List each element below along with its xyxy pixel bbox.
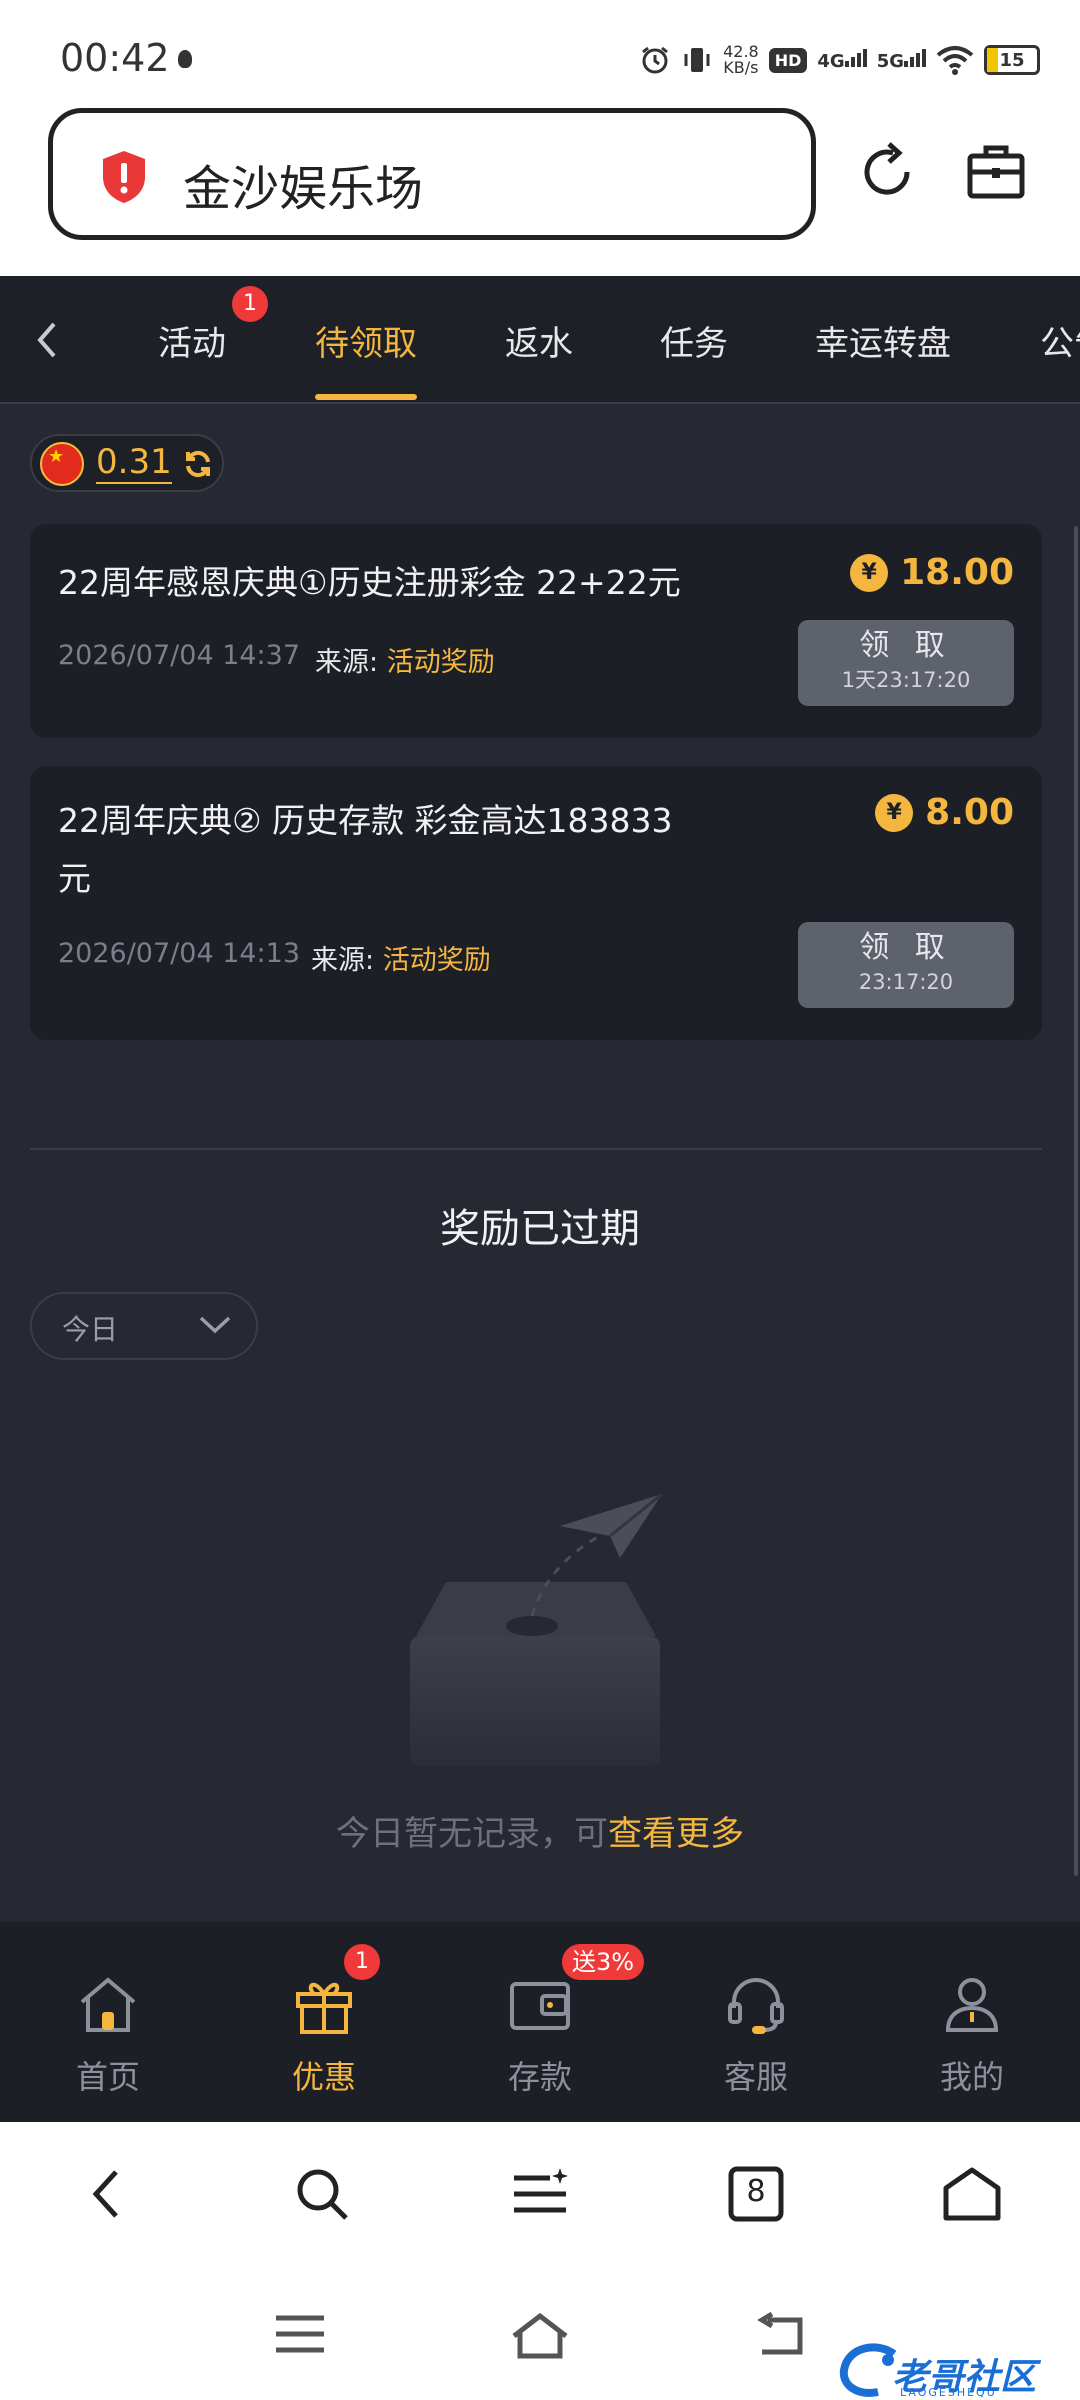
reward-amount: ¥ 8.00 [875, 792, 1014, 833]
reward-card: 22周年庆典② 历史存款 彩金高达183833 元 ¥ 8.00 2026/07… [30, 766, 1042, 1040]
status-time: 00:42 [60, 36, 170, 80]
nav-profile[interactable]: 我的 [864, 1922, 1080, 2122]
bottom-nav: 首页 1 优惠 送3% 存款 客服 我的 [0, 1922, 1080, 2122]
app-content: 活动 1 待领取 返水 任务 幸运转盘 公告 0.31 22周年感恩庆典①历史注… [0, 276, 1080, 2122]
reward-card: 22周年感恩庆典①历史注册彩金 22+22元 ¥ 18.00 2026/07/0… [30, 524, 1042, 738]
browser-home-icon[interactable] [942, 2166, 1002, 2226]
date-filter-value: 今日 [62, 1313, 119, 1346]
address-bar[interactable]: 金沙娱乐场 [48, 108, 816, 240]
reward-source: 来源: 活动奖励 [311, 945, 491, 976]
section-divider [30, 1148, 1042, 1150]
system-home-icon[interactable] [510, 2312, 570, 2364]
url-title[interactable]: 金沙娱乐场 [183, 149, 423, 219]
tab-notice[interactable]: 公告 [1040, 316, 1080, 365]
home-icon [80, 1977, 136, 2032]
wallet-icon [510, 1982, 570, 2030]
nav-deposit[interactable]: 送3% 存款 [432, 1922, 648, 2122]
watermark-logo: 老哥社区 LAOGESHEQU [838, 2340, 1068, 2400]
date-filter-select[interactable]: 今日 [30, 1292, 258, 1360]
claim-button[interactable]: 领 取 1天23:17:20 [798, 620, 1014, 706]
refresh-balance-icon[interactable] [182, 448, 214, 484]
net-speed: 42.8 KB/s [723, 42, 759, 77]
menu-icon[interactable] [510, 2166, 570, 2226]
reward-title: 22周年庆典② 历史存款 彩金高达183833 元 [58, 801, 673, 898]
status-bar: 00:42 42.8 KB/s HD 4G 5G 15 [0, 0, 1080, 105]
tab-pending[interactable]: 待领取 [315, 316, 417, 365]
tabs-count: 8 [746, 2174, 766, 2209]
reload-icon[interactable] [855, 140, 919, 208]
claim-countdown: 23:17:20 [858, 970, 954, 994]
claim-button[interactable]: 领 取 23:17:20 [798, 922, 1014, 1008]
reward-date: 2026/07/04 14:13 [58, 938, 301, 969]
tabs-count-button[interactable]: 8 [728, 2166, 784, 2226]
gift-icon [296, 1982, 352, 2034]
vibrate-icon [681, 44, 713, 76]
balance-value: 0.31 [96, 442, 172, 484]
category-tabs: 活动 1 待领取 返水 任务 幸运转盘 公告 [0, 276, 1080, 404]
reward-source: 来源: 活动奖励 [315, 647, 495, 678]
active-tab-indicator [315, 394, 417, 400]
scrollbar[interactable] [1074, 526, 1078, 1876]
system-back-icon[interactable] [752, 2311, 808, 2364]
browser-toolbar: 8 [0, 2122, 1080, 2272]
empty-box-icon [400, 1486, 670, 1780]
yen-coin-icon: ¥ [850, 553, 889, 592]
balance-pill[interactable]: 0.31 [30, 434, 224, 492]
reward-title: 22周年感恩庆典①历史注册彩金 22+22元 [58, 563, 681, 602]
alarm-icon [639, 44, 671, 76]
promotions-badge: 1 [344, 1944, 380, 1980]
search-icon[interactable] [294, 2166, 350, 2226]
tab-activity[interactable]: 活动 [158, 316, 226, 365]
back-arrow-icon[interactable] [30, 320, 66, 364]
empty-state-text: 今日暂无记录，可查看更多 [336, 1814, 744, 1854]
hd-icon: HD [768, 47, 808, 73]
headset-icon [728, 1978, 784, 2034]
yen-coin-icon: ¥ [875, 793, 914, 832]
expired-section-title: 奖励已过期 [440, 1206, 640, 1252]
claim-countdown: 1天23:17:20 [841, 668, 971, 692]
notification-icon [178, 50, 192, 68]
reward-date: 2026/07/04 14:37 [58, 640, 301, 671]
china-flag-icon [40, 442, 84, 486]
view-more-link[interactable]: 查看更多 [608, 1814, 744, 1854]
browser-back-icon[interactable] [86, 2166, 126, 2226]
recent-apps-icon[interactable] [272, 2312, 328, 2360]
wifi-icon [936, 45, 974, 75]
user-icon [945, 1978, 999, 2032]
battery-icon: 15 [984, 45, 1040, 75]
nav-support[interactable]: 客服 [648, 1922, 864, 2122]
nav-home[interactable]: 首页 [0, 1922, 216, 2122]
signal-5g-icon: 5G [877, 48, 926, 72]
deposit-badge: 送3% [562, 1944, 645, 1980]
tab-activity-badge: 1 [232, 286, 268, 322]
toolbox-icon[interactable] [964, 140, 1028, 208]
tab-rebate[interactable]: 返水 [505, 316, 573, 365]
reward-amount: ¥ 18.00 [850, 552, 1014, 593]
chevron-down-icon [198, 1314, 232, 1340]
tab-lucky-wheel[interactable]: 幸运转盘 [815, 316, 951, 365]
shield-warning-icon[interactable] [99, 149, 149, 209]
status-icons: 42.8 KB/s HD 4G 5G 15 [639, 38, 1040, 82]
nav-promotions[interactable]: 1 优惠 [216, 1922, 432, 2122]
signal-4g-icon: 4G [817, 48, 867, 72]
tab-tasks[interactable]: 任务 [660, 316, 728, 365]
